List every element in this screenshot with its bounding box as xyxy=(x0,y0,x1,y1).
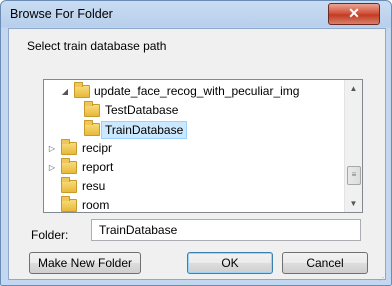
folder-icon xyxy=(84,120,100,136)
tree-item-traindatabase[interactable]: TrainDatabase xyxy=(44,120,344,139)
folder-tree[interactable]: ◢ update_face_recog_with_peculiar_img Te… xyxy=(43,79,363,213)
resize-grip-icon[interactable]: ⋰ xyxy=(379,273,387,282)
tree-item-testdatabase[interactable]: TestDatabase xyxy=(44,101,344,120)
tree-item-report[interactable]: ▷ report xyxy=(44,158,344,177)
dialog-title: Browse For Folder xyxy=(10,7,113,21)
tree-item-label: TestDatabase xyxy=(105,103,179,117)
folder-icon xyxy=(61,196,77,212)
tree-item-recipr[interactable]: ▷ recipr xyxy=(44,139,344,158)
tree-item-room[interactable]: room xyxy=(44,196,344,212)
scroll-thumb[interactable]: ≡ xyxy=(347,166,361,185)
browse-folder-dialog: Browse For Folder ✕ Select train databas… xyxy=(0,0,392,286)
make-new-folder-button[interactable]: Make New Folder xyxy=(29,252,141,274)
collapsed-arrow-icon[interactable]: ▷ xyxy=(47,139,57,158)
scroll-up-icon[interactable]: ▲ xyxy=(345,80,362,97)
folder-icon xyxy=(74,82,90,98)
scroll-down-icon[interactable]: ▼ xyxy=(345,195,362,212)
tree-item-resu[interactable]: resu xyxy=(44,177,344,196)
folder-icon xyxy=(61,158,77,174)
folder-label: Folder: xyxy=(31,228,69,242)
close-icon: ✕ xyxy=(348,5,360,21)
folder-icon xyxy=(61,177,77,193)
tree-scrollbar[interactable]: ▲ ≡ ▼ xyxy=(344,80,362,212)
dialog-prompt: Select train database path xyxy=(27,39,167,53)
tree-item-label-selected: TrainDatabase xyxy=(101,121,188,139)
tree-item-label: resu xyxy=(82,179,106,193)
close-button[interactable]: ✕ xyxy=(328,3,380,25)
tree-item-label: report xyxy=(82,160,114,174)
tree-item-label: update_face_recog_with_peculiar_img xyxy=(94,84,300,98)
ok-button[interactable]: OK xyxy=(187,252,273,274)
expanded-arrow-icon[interactable]: ◢ xyxy=(60,82,70,101)
tree-item-label: room xyxy=(82,198,110,212)
title-bar[interactable]: Browse For Folder ✕ xyxy=(1,1,391,27)
folder-icon xyxy=(61,139,77,155)
folder-name-input[interactable] xyxy=(91,219,361,241)
cancel-button[interactable]: Cancel xyxy=(282,252,368,274)
folder-icon xyxy=(84,101,100,117)
tree-item-label: recipr xyxy=(82,141,113,155)
tree-item-update-face-recog[interactable]: ◢ update_face_recog_with_peculiar_img xyxy=(44,82,344,101)
collapsed-arrow-icon[interactable]: ▷ xyxy=(47,158,57,177)
